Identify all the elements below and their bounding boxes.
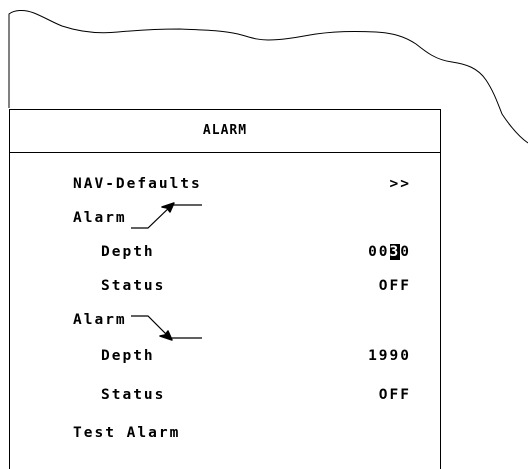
menu-item-label: Depth	[101, 244, 155, 260]
menu-item-alarm-shallow-depth[interactable]: Depth 0030	[10, 244, 440, 268]
menu-item-label: NAV-Defaults	[73, 176, 202, 192]
menu-item-nav-defaults[interactable]: NAV-Defaults >>	[10, 176, 440, 200]
depth-digits: 00	[368, 244, 390, 260]
submenu-indicator: >>	[389, 176, 411, 192]
depth-digits: 0	[400, 244, 411, 260]
menu-item-label: Alarm	[73, 312, 127, 328]
menu-item-label: Alarm	[73, 210, 127, 226]
status-value: OFF	[378, 278, 411, 294]
menu-item-label: Test Alarm	[73, 425, 181, 441]
arrow-up-right-icon	[131, 202, 202, 229]
alarm-menu-panel: ALARM NAV-Defaults >> Alarm Depth 0030 S…	[9, 109, 441, 469]
menu-item-alarm-deep[interactable]: Alarm	[10, 312, 440, 341]
depth-value-field[interactable]: 0030	[368, 244, 411, 260]
menu-item-alarm-deep-depth[interactable]: Depth 1990	[10, 348, 440, 372]
menu-item-label: Depth	[101, 348, 155, 364]
depth-value: 1990	[368, 348, 411, 364]
menu-item-label: Status	[101, 278, 166, 294]
menu-item-alarm-deep-status[interactable]: Status OFF	[10, 387, 440, 411]
status-value: OFF	[378, 387, 411, 403]
menu-item-alarm-shallow-status[interactable]: Status OFF	[10, 278, 440, 302]
menu-item-test-alarm[interactable]: Test Alarm	[10, 425, 440, 449]
edit-cursor-digit[interactable]: 3	[389, 244, 401, 260]
arrow-down-right-icon	[131, 315, 202, 341]
menu-item-label: Status	[101, 387, 166, 403]
menu-item-alarm-shallow[interactable]: Alarm	[10, 202, 440, 234]
menu-title: ALARM	[10, 110, 440, 153]
